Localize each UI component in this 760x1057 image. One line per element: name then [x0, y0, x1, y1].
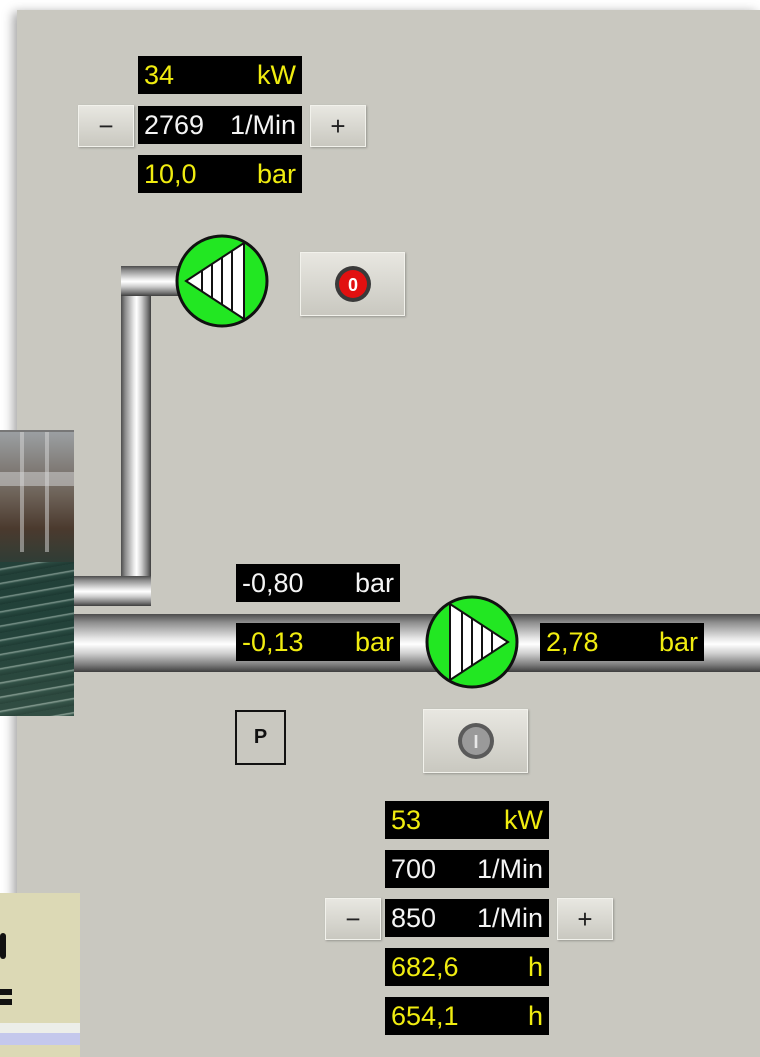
bottom-hours-1-display: 682,6 h	[385, 948, 549, 986]
plus-icon: +	[577, 904, 593, 934]
riser-foot-pipe	[74, 576, 151, 606]
bottom-power-display: 53 kW	[385, 801, 549, 839]
stop-label: 0	[347, 275, 357, 295]
bottom-pump-icon[interactable]	[424, 594, 520, 690]
bottom-speed-actual-unit: 1/Min	[476, 854, 543, 884]
background-window-fragment	[0, 893, 80, 1057]
bottom-pump-start-button[interactable]: I	[423, 709, 528, 773]
bottom-speed-actual-display: 700 1/Min	[385, 850, 549, 888]
tank-photo	[0, 430, 74, 716]
top-power-value: 34	[144, 60, 175, 90]
riser-pipe	[121, 266, 151, 604]
top-speed-display: 2769 1/Min	[138, 106, 302, 144]
discharge-pressure-value: 2,78	[546, 627, 599, 657]
discharge-pressure-display: 2,78 bar	[540, 623, 704, 661]
suction-pressure-1-unit: bar	[354, 568, 394, 598]
bottom-hours-1-value: 682,6	[391, 952, 459, 982]
top-pressure-unit: bar	[256, 159, 296, 189]
suction-pressure-1-display: -0,80 bar	[236, 564, 400, 602]
bottom-speed-set-value: 850	[391, 903, 437, 933]
bottom-hours-2-value: 654,1	[391, 1001, 459, 1031]
bottom-hours-1-unit: h	[527, 952, 543, 982]
minus-icon: −	[98, 111, 114, 141]
bottom-speed-plus-button[interactable]: +	[557, 898, 613, 940]
top-pump-stop-button[interactable]: 0	[300, 252, 405, 316]
bottom-power-unit: kW	[504, 805, 543, 835]
bottom-hours-2-display: 654,1 h	[385, 997, 549, 1035]
top-power-unit: kW	[257, 60, 296, 90]
suction-pressure-2-unit: bar	[354, 627, 394, 657]
bottom-hours-2-unit: h	[527, 1001, 543, 1031]
bottom-speed-minus-button[interactable]: −	[325, 898, 381, 940]
p-control-box[interactable]: P	[235, 710, 286, 765]
bottom-speed-actual-value: 700	[391, 854, 437, 884]
minus-icon: −	[345, 904, 361, 934]
suction-pressure-1-value: -0,80	[242, 568, 304, 598]
top-power-display: 34 kW	[138, 56, 302, 94]
plus-icon: +	[330, 111, 346, 141]
top-speed-unit: 1/Min	[229, 110, 296, 140]
suction-pressure-2-value: -0,13	[242, 627, 304, 657]
bottom-speed-set-display: 850 1/Min	[385, 899, 549, 937]
start-icon: I	[457, 723, 494, 759]
stop-icon: 0	[334, 266, 371, 302]
bottom-power-value: 53	[391, 805, 422, 835]
top-speed-plus-button[interactable]: +	[310, 105, 366, 147]
p-label: P	[253, 726, 268, 748]
top-speed-minus-button[interactable]: −	[78, 105, 134, 147]
top-pressure-value: 10,0	[144, 159, 197, 189]
bottom-speed-set-unit: 1/Min	[476, 903, 543, 933]
top-pressure-display: 10,0 bar	[138, 155, 302, 193]
top-pump-icon[interactable]	[174, 233, 270, 329]
top-speed-value: 2769	[144, 110, 205, 140]
discharge-pressure-unit: bar	[658, 627, 698, 657]
start-label: I	[473, 732, 478, 752]
suction-pressure-2-display: -0,13 bar	[236, 623, 400, 661]
